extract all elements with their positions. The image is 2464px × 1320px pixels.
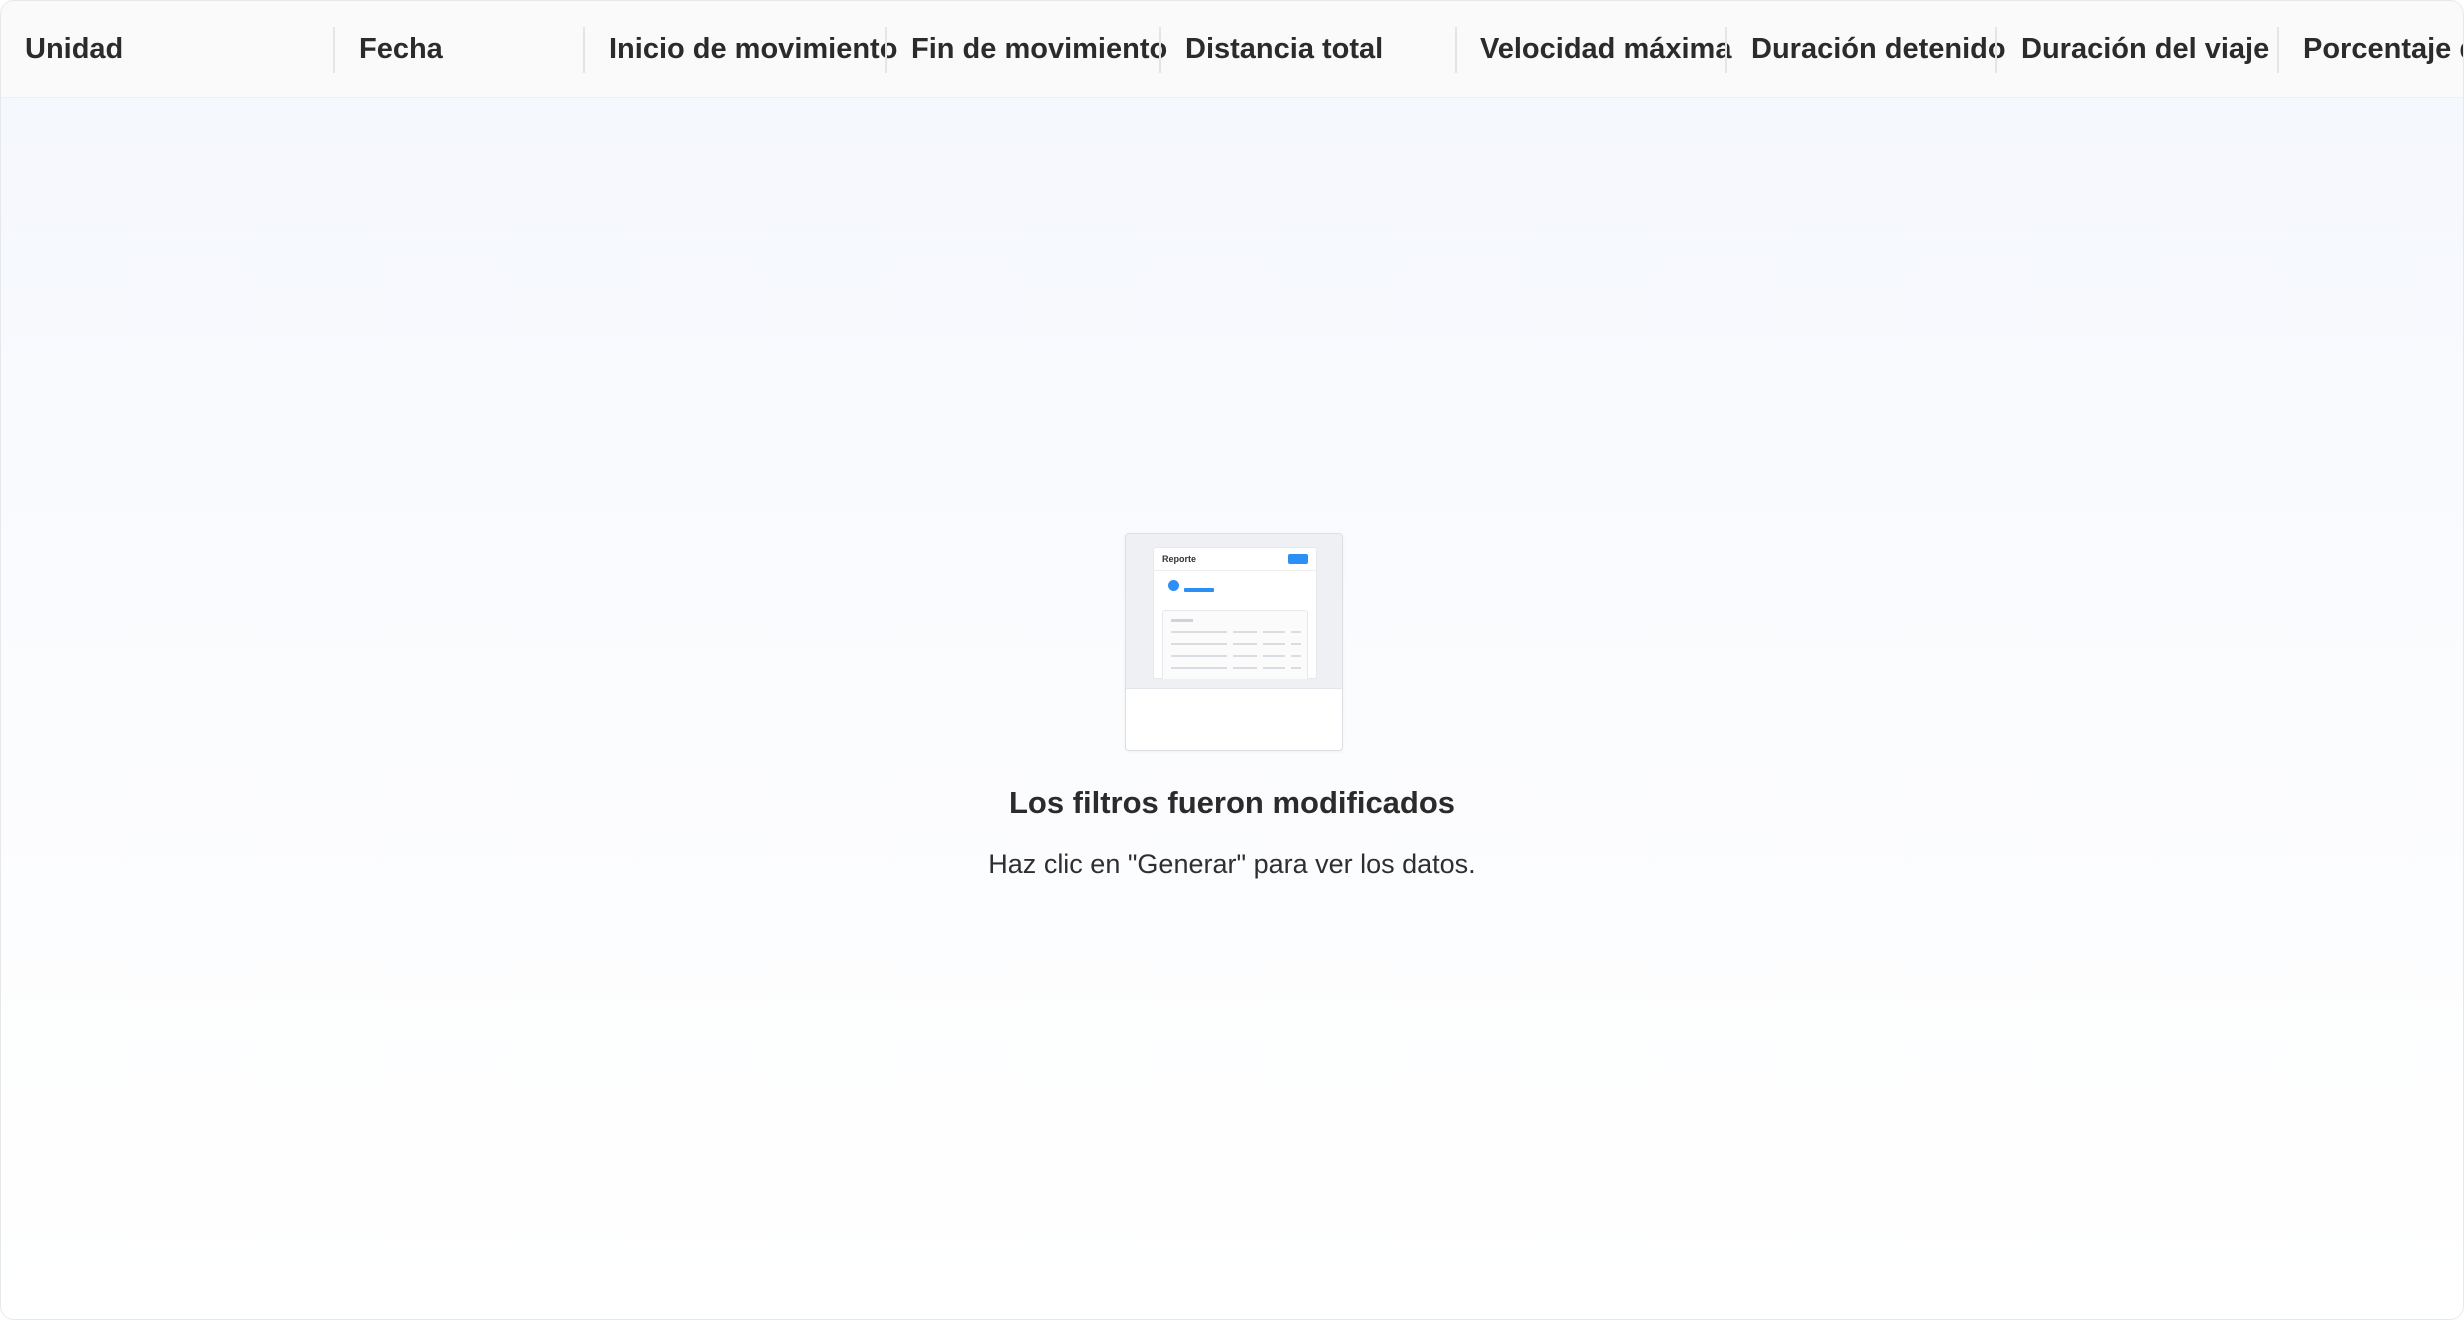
- column-divider[interactable]: [2277, 27, 2279, 73]
- mini-row-line: [1171, 655, 1227, 657]
- column-header-inicio-movimiento[interactable]: Inicio de movimiento: [609, 1, 897, 97]
- report-panel: Unidad Fecha Inicio de movimiento Fin de…: [0, 0, 2464, 1320]
- mini-row-line: [1233, 667, 1257, 669]
- mini-row-line: [1171, 643, 1227, 645]
- mini-row-line: [1291, 643, 1301, 645]
- column-header-fecha[interactable]: Fecha: [359, 1, 443, 97]
- column-divider[interactable]: [333, 27, 335, 73]
- column-divider[interactable]: [1159, 27, 1161, 73]
- mini-table-header: [1171, 619, 1193, 622]
- column-header-unidad[interactable]: Unidad: [25, 1, 123, 97]
- mini-dot: [1168, 580, 1179, 591]
- column-header-duracion-viaje[interactable]: Duración del viaje: [2021, 1, 2269, 97]
- mini-row-line: [1263, 667, 1285, 669]
- mini-row-line: [1263, 631, 1285, 633]
- mini-row-line: [1291, 631, 1301, 633]
- mini-report-title: Reporte: [1162, 554, 1197, 564]
- column-divider[interactable]: [1455, 27, 1457, 73]
- column-header-distancia-total[interactable]: Distancia total: [1185, 1, 1383, 97]
- mini-row-line: [1171, 667, 1227, 669]
- mini-divider: [1154, 570, 1316, 571]
- mini-table: [1162, 610, 1308, 679]
- column-divider[interactable]: [885, 27, 887, 73]
- table-header: Unidad Fecha Inicio de movimiento Fin de…: [1, 1, 2463, 98]
- mini-report-page: Reporte: [1153, 547, 1317, 679]
- mini-bar: [1184, 588, 1214, 592]
- mini-row-line: [1233, 655, 1257, 657]
- column-divider[interactable]: [1995, 27, 1997, 73]
- column-header-porcentaje[interactable]: Porcentaje de: [2303, 1, 2463, 97]
- column-header-fin-movimiento[interactable]: Fin de movimiento: [911, 1, 1167, 97]
- mini-row-line: [1291, 667, 1301, 669]
- mini-row-line: [1233, 643, 1257, 645]
- mini-row-line: [1233, 631, 1257, 633]
- column-divider[interactable]: [1725, 27, 1727, 73]
- mini-row-line: [1291, 655, 1301, 657]
- mini-row-line: [1263, 655, 1285, 657]
- mini-row-line: [1171, 631, 1227, 633]
- column-header-velocidad-maxima[interactable]: Velocidad máxima: [1480, 1, 1731, 97]
- report-preview-icon: Reporte: [1125, 533, 1343, 751]
- empty-state-title: Los filtros fueron modificados: [1008, 785, 1456, 820]
- illustration-background: Reporte: [1126, 534, 1342, 689]
- mini-button-shape: [1288, 554, 1308, 564]
- empty-state-message: Haz clic en "Generar" para ver los datos…: [988, 849, 1476, 879]
- column-header-duracion-detenido[interactable]: Duración detenido: [1751, 1, 2006, 97]
- column-divider[interactable]: [583, 27, 585, 73]
- mini-row-line: [1263, 643, 1285, 645]
